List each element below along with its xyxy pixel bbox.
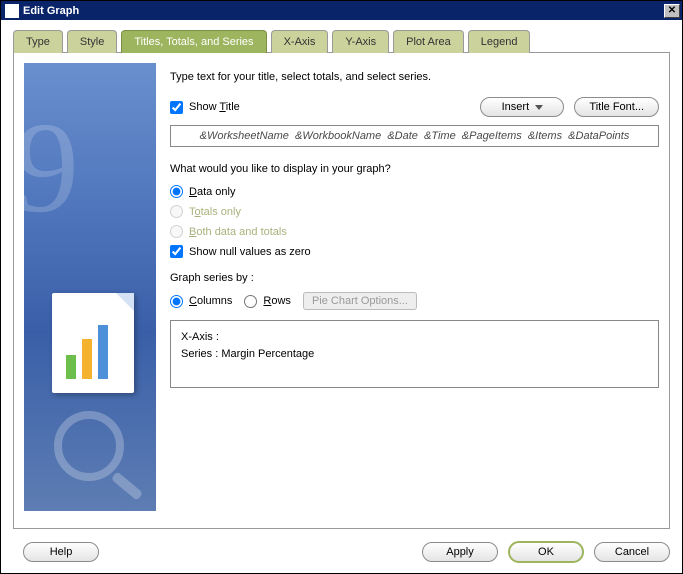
cancel-button[interactable]: Cancel (594, 542, 670, 562)
graph-series-by-label: Graph series by : (170, 272, 659, 284)
tab-type[interactable]: Type (13, 30, 63, 53)
window-title: Edit Graph (23, 5, 664, 17)
help-button[interactable]: Help (23, 542, 99, 562)
columns-radio[interactable] (170, 295, 183, 308)
show-null-label: Show null values as zero (189, 246, 311, 258)
totals-only-radio (170, 205, 183, 218)
display-question: What would you like to display in your g… (170, 163, 659, 175)
rows-radio[interactable] (244, 295, 257, 308)
tab-strip: Type Style Titles, Totals, and Series X-… (13, 30, 670, 53)
show-title-label: Show Title (189, 101, 240, 113)
tab-titles-totals-series[interactable]: Titles, Totals, and Series (121, 30, 266, 53)
edit-graph-dialog: Edit Graph ✕ Type Style Titles, Totals, … (0, 0, 683, 574)
totals-only-label: Totals only (189, 206, 241, 218)
pie-chart-options-button: Pie Chart Options... (303, 292, 417, 310)
tab-style[interactable]: Style (67, 30, 117, 53)
tab-legend[interactable]: Legend (468, 30, 531, 53)
dialog-footer: Help Apply OK Cancel (1, 535, 682, 573)
close-icon[interactable]: ✕ (664, 4, 680, 18)
show-title-checkbox[interactable] (170, 101, 183, 114)
columns-label: Columns (189, 295, 232, 307)
rows-label: Rows (263, 295, 291, 307)
insert-button[interactable]: Insert (480, 97, 564, 117)
data-only-radio[interactable] (170, 185, 183, 198)
show-null-checkbox[interactable] (170, 245, 183, 258)
title-font-button[interactable]: Title Font... (574, 97, 659, 117)
tab-panel: 9 Type text for your title, select total… (13, 52, 670, 529)
titlebar: Edit Graph ✕ (1, 1, 682, 20)
apply-button[interactable]: Apply (422, 542, 498, 562)
both-label: Both data and totals (189, 226, 287, 238)
app-icon (5, 4, 19, 18)
title-input[interactable] (170, 125, 659, 147)
both-radio (170, 225, 183, 238)
insert-button-label: Insert (502, 101, 530, 113)
intro-text: Type text for your title, select totals,… (170, 71, 659, 83)
main-content: Type text for your title, select totals,… (170, 63, 659, 518)
wizard-illustration: 9 (24, 63, 156, 511)
series-preview-box: X-Axis : Series : Margin Percentage (170, 320, 659, 388)
dialog-body: Type Style Titles, Totals, and Series X-… (1, 20, 682, 535)
ok-button[interactable]: OK (508, 541, 584, 563)
tab-y-axis[interactable]: Y-Axis (332, 30, 389, 53)
axis-line-1: X-Axis : (181, 329, 648, 346)
chevron-down-icon (535, 105, 543, 110)
data-only-label: Data only (189, 186, 235, 198)
tab-x-axis[interactable]: X-Axis (271, 30, 329, 53)
tab-plot-area[interactable]: Plot Area (393, 30, 464, 53)
axis-line-2: Series : Margin Percentage (181, 346, 648, 363)
